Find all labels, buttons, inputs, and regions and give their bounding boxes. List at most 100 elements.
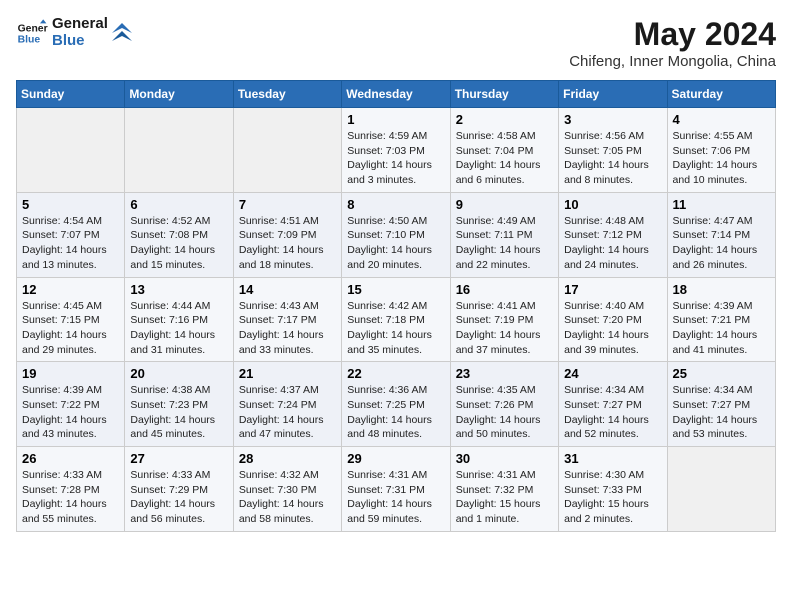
header-sunday: Sunday (17, 81, 125, 108)
day-info: Sunrise: 4:45 AMSunset: 7:15 PMDaylight:… (22, 299, 119, 358)
day-cell: 25 Sunrise: 4:34 AMSunset: 7:27 PMDayligh… (667, 362, 775, 447)
day-info: Sunrise: 4:33 AMSunset: 7:28 PMDaylight:… (22, 468, 119, 527)
header-friday: Friday (559, 81, 667, 108)
day-number: 23 (456, 366, 553, 381)
location-subtitle: Chifeng, Inner Mongolia, China (569, 53, 776, 70)
header-tuesday: Tuesday (233, 81, 341, 108)
day-cell: 8 Sunrise: 4:50 AMSunset: 7:10 PMDaylight… (342, 192, 450, 277)
day-number: 26 (22, 451, 119, 466)
day-number: 31 (564, 451, 661, 466)
day-cell: 27 Sunrise: 4:33 AMSunset: 7:29 PMDayligh… (125, 447, 233, 532)
day-cell: 2Sunrise: 4:58 AMSunset: 7:04 PMDaylight… (450, 108, 558, 193)
header-monday: Monday (125, 81, 233, 108)
day-info: Sunrise: 4:38 AMSunset: 7:23 PMDaylight:… (130, 383, 227, 442)
day-number: 22 (347, 366, 444, 381)
day-info: Sunrise: 4:51 AMSunset: 7:09 PMDaylight:… (239, 214, 336, 273)
svg-text:General: General (18, 23, 48, 34)
logo-general-text: General (52, 16, 108, 33)
day-info: Sunrise: 4:33 AMSunset: 7:29 PMDaylight:… (130, 468, 227, 527)
day-info: Sunrise: 4:44 AMSunset: 7:16 PMDaylight:… (130, 299, 227, 358)
day-cell: 20Sunrise: 4:38 AMSunset: 7:23 PMDayligh… (125, 362, 233, 447)
day-cell: 3 Sunrise: 4:56 AMSunset: 7:05 PMDaylight… (559, 108, 667, 193)
day-info: Sunrise: 4:55 AMSunset: 7:06 PMDaylight:… (673, 129, 770, 188)
day-number: 3 (564, 112, 661, 127)
day-cell: 7 Sunrise: 4:51 AMSunset: 7:09 PMDaylight… (233, 192, 341, 277)
day-info: Sunrise: 4:41 AMSunset: 7:19 PMDaylight:… (456, 299, 553, 358)
day-cell: 26 Sunrise: 4:33 AMSunset: 7:28 PMDayligh… (17, 447, 125, 532)
day-cell: 13 Sunrise: 4:44 AMSunset: 7:16 PMDayligh… (125, 277, 233, 362)
day-cell: 21 Sunrise: 4:37 AMSunset: 7:24 PMDayligh… (233, 362, 341, 447)
day-cell: 10Sunrise: 4:48 AMSunset: 7:12 PMDayligh… (559, 192, 667, 277)
day-number: 19 (22, 366, 119, 381)
day-number: 13 (130, 282, 227, 297)
day-cell: 17 Sunrise: 4:40 AMSunset: 7:20 PMDayligh… (559, 277, 667, 362)
day-cell (17, 108, 125, 193)
day-info: Sunrise: 4:37 AMSunset: 7:24 PMDaylight:… (239, 383, 336, 442)
day-info: Sunrise: 4:39 AMSunset: 7:21 PMDaylight:… (673, 299, 770, 358)
day-info: Sunrise: 4:52 AMSunset: 7:08 PMDaylight:… (130, 214, 227, 273)
calendar-body: 1 Sunrise: 4:59 AMSunset: 7:03 PMDaylight… (17, 108, 776, 532)
day-number: 27 (130, 451, 227, 466)
day-info: Sunrise: 4:54 AMSunset: 7:07 PMDaylight:… (22, 214, 119, 273)
day-number: 28 (239, 451, 336, 466)
day-info: Sunrise: 4:40 AMSunset: 7:20 PMDaylight:… (564, 299, 661, 358)
day-cell: 22 Sunrise: 4:36 AMSunset: 7:25 PMDayligh… (342, 362, 450, 447)
day-info: Sunrise: 4:49 AMSunset: 7:11 PMDaylight:… (456, 214, 553, 273)
calendar-table: Sunday Monday Tuesday Wednesday Thursday… (16, 80, 776, 532)
day-info: Sunrise: 4:47 AMSunset: 7:14 PMDaylight:… (673, 214, 770, 273)
day-number: 18 (673, 282, 770, 297)
day-info: Sunrise: 4:35 AMSunset: 7:26 PMDaylight:… (456, 383, 553, 442)
day-cell: 6 Sunrise: 4:52 AMSunset: 7:08 PMDaylight… (125, 192, 233, 277)
logo: General Blue General Blue (16, 16, 132, 49)
week-row-5: 26 Sunrise: 4:33 AMSunset: 7:28 PMDayligh… (17, 447, 776, 532)
day-info: Sunrise: 4:31 AMSunset: 7:32 PMDaylight:… (456, 468, 553, 527)
day-info: Sunrise: 4:56 AMSunset: 7:05 PMDaylight:… (564, 129, 661, 188)
day-number: 6 (130, 197, 227, 212)
header-row: Sunday Monday Tuesday Wednesday Thursday… (17, 81, 776, 108)
day-info: Sunrise: 4:34 AMSunset: 7:27 PMDaylight:… (673, 383, 770, 442)
day-info: Sunrise: 4:50 AMSunset: 7:10 PMDaylight:… (347, 214, 444, 273)
title-block: May 2024 Chifeng, Inner Mongolia, China (569, 16, 776, 70)
day-cell: 9Sunrise: 4:49 AMSunset: 7:11 PMDaylight… (450, 192, 558, 277)
day-cell: 28 Sunrise: 4:32 AMSunset: 7:30 PMDayligh… (233, 447, 341, 532)
week-row-3: 12 Sunrise: 4:45 AMSunset: 7:15 PMDayligh… (17, 277, 776, 362)
day-cell: 4 Sunrise: 4:55 AMSunset: 7:06 PMDaylight… (667, 108, 775, 193)
day-number: 4 (673, 112, 770, 127)
logo-icon: General Blue (16, 17, 48, 49)
day-number: 2 (456, 112, 553, 127)
day-cell: 19Sunrise: 4:39 AMSunset: 7:22 PMDayligh… (17, 362, 125, 447)
day-info: Sunrise: 4:43 AMSunset: 7:17 PMDaylight:… (239, 299, 336, 358)
day-cell: 31 Sunrise: 4:30 AMSunset: 7:33 PMDayligh… (559, 447, 667, 532)
week-row-1: 1 Sunrise: 4:59 AMSunset: 7:03 PMDaylight… (17, 108, 776, 193)
day-info: Sunrise: 4:30 AMSunset: 7:33 PMDaylight:… (564, 468, 661, 527)
page-header: General Blue General Blue May 2024 Chife… (16, 16, 776, 70)
day-info: Sunrise: 4:59 AMSunset: 7:03 PMDaylight:… (347, 129, 444, 188)
header-wednesday: Wednesday (342, 81, 450, 108)
logo-arrow-icon (112, 23, 132, 43)
day-cell (667, 447, 775, 532)
day-cell: 30Sunrise: 4:31 AMSunset: 7:32 PMDayligh… (450, 447, 558, 532)
day-number: 7 (239, 197, 336, 212)
day-cell: 23 Sunrise: 4:35 AMSunset: 7:26 PMDayligh… (450, 362, 558, 447)
day-number: 21 (239, 366, 336, 381)
day-number: 17 (564, 282, 661, 297)
calendar-header: Sunday Monday Tuesday Wednesday Thursday… (17, 81, 776, 108)
day-info: Sunrise: 4:32 AMSunset: 7:30 PMDaylight:… (239, 468, 336, 527)
day-cell: 16Sunrise: 4:41 AMSunset: 7:19 PMDayligh… (450, 277, 558, 362)
day-number: 8 (347, 197, 444, 212)
day-number: 1 (347, 112, 444, 127)
day-cell: 18 Sunrise: 4:39 AMSunset: 7:21 PMDayligh… (667, 277, 775, 362)
day-cell (125, 108, 233, 193)
header-thursday: Thursday (450, 81, 558, 108)
day-number: 12 (22, 282, 119, 297)
day-info: Sunrise: 4:42 AMSunset: 7:18 PMDaylight:… (347, 299, 444, 358)
day-number: 14 (239, 282, 336, 297)
day-cell: 5Sunrise: 4:54 AMSunset: 7:07 PMDaylight… (17, 192, 125, 277)
month-year-title: May 2024 (569, 16, 776, 53)
day-cell (233, 108, 341, 193)
day-number: 25 (673, 366, 770, 381)
week-row-4: 19Sunrise: 4:39 AMSunset: 7:22 PMDayligh… (17, 362, 776, 447)
day-cell: 12 Sunrise: 4:45 AMSunset: 7:15 PMDayligh… (17, 277, 125, 362)
day-info: Sunrise: 4:48 AMSunset: 7:12 PMDaylight:… (564, 214, 661, 273)
day-info: Sunrise: 4:36 AMSunset: 7:25 PMDaylight:… (347, 383, 444, 442)
